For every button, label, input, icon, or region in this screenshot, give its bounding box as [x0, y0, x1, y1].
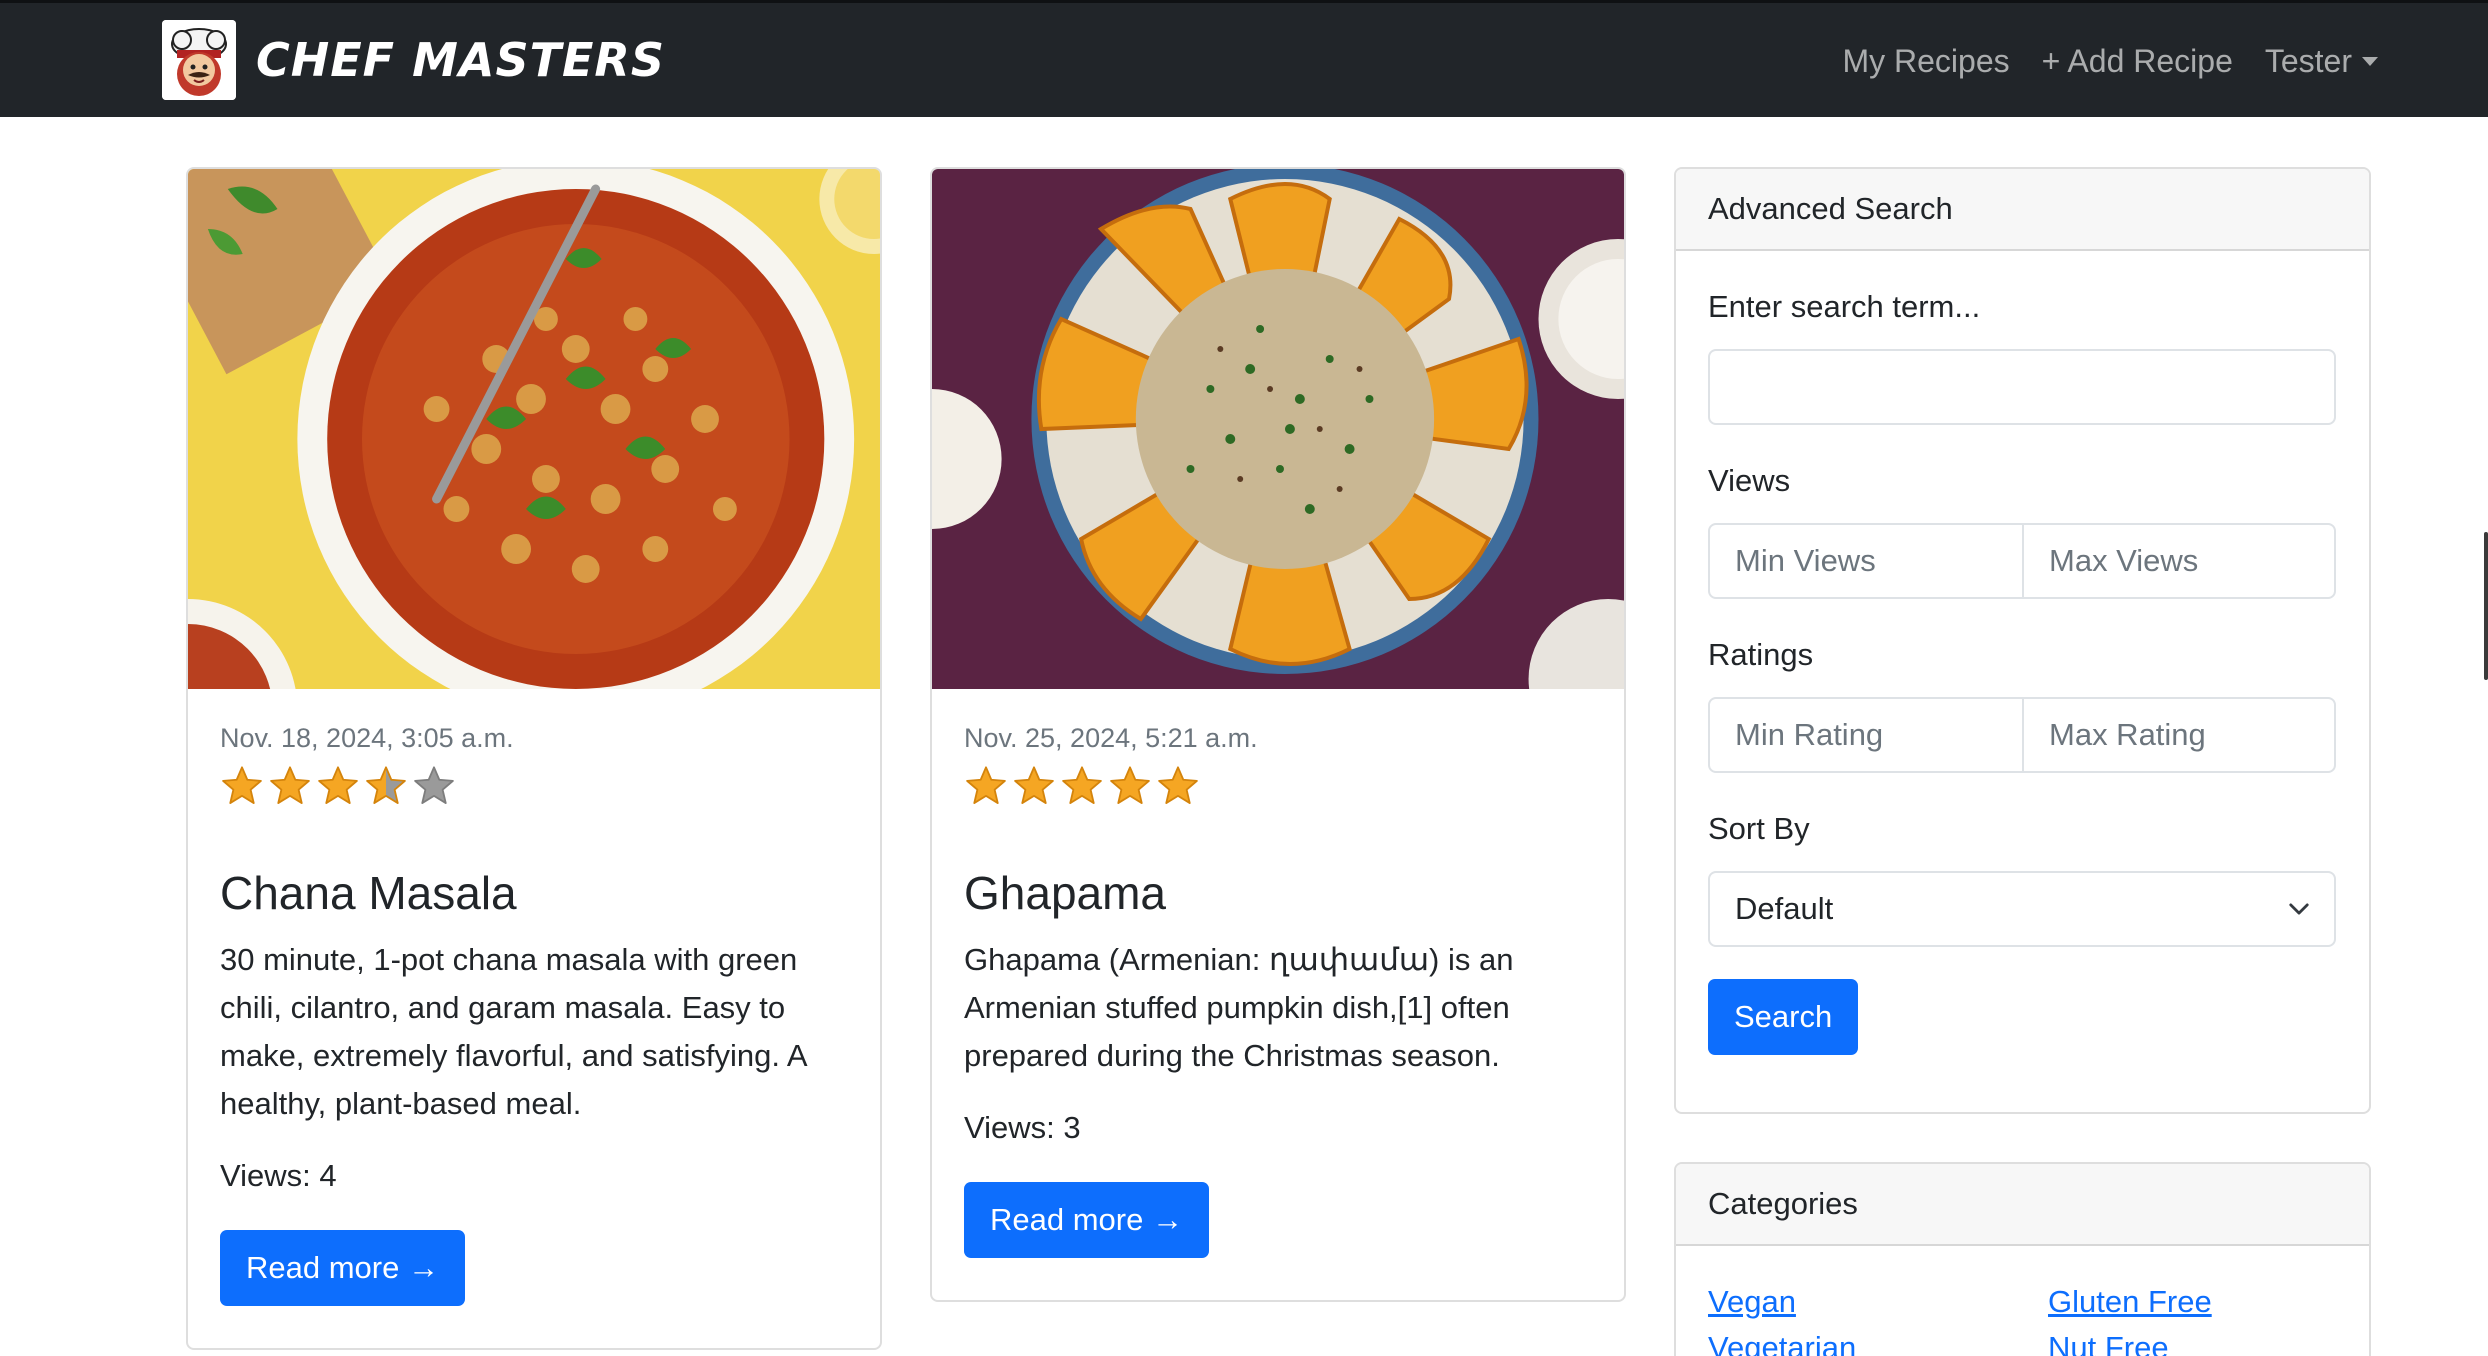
recipe-image[interactable]: [188, 169, 880, 689]
user-name: Tester: [2264, 43, 2352, 79]
star-icon: [966, 766, 1006, 804]
recipe-date: Nov. 25, 2024, 5:21 a.m.: [964, 723, 1258, 753]
category-link-nut-free[interactable]: Nut Free: [2048, 1330, 2348, 1356]
min-rating-input[interactable]: Min Rating: [1710, 699, 2022, 771]
caret-down-icon: [2362, 57, 2378, 66]
star-icon: [1014, 766, 1054, 804]
chevron-down-icon: [2289, 903, 2309, 915]
panel-header: Categories: [1676, 1164, 2369, 1246]
user-dropdown[interactable]: Tester: [2265, 43, 2378, 80]
views-label: Views: [1708, 463, 1791, 498]
recipe-description: 30 minute, 1-pot chana masala with green…: [220, 942, 806, 1121]
ratings-label: Ratings: [1708, 637, 1814, 672]
sort-value: Default: [1735, 891, 1834, 926]
star-icon: [222, 766, 262, 804]
nav-add-recipe[interactable]: + Add Recipe: [2042, 43, 2233, 80]
recipe-image[interactable]: [932, 169, 1624, 689]
read-more-button[interactable]: Read more →: [220, 1230, 465, 1306]
panel-header: Advanced Search: [1676, 169, 2369, 251]
recipe-card: Nov. 18, 2024, 3:05 a.m. Chana Masala 30…: [186, 167, 882, 1350]
nav-my-recipes[interactable]: My Recipes: [1842, 43, 2009, 80]
search-button[interactable]: Search: [1708, 979, 1859, 1055]
max-views-input[interactable]: Max Views: [2022, 525, 2334, 597]
brand-name: Chef Masters: [256, 33, 665, 87]
recipe-card: Nov. 25, 2024, 5:21 a.m. Ghapama Ghapama…: [930, 167, 1626, 1302]
views-range: Min Views Max Views: [1708, 523, 2336, 599]
star-icon: [1062, 766, 1102, 804]
rating-stars: [220, 764, 848, 810]
recipe-description: Ghapama (Armenian: ղափամա) is an Armenia…: [964, 942, 1514, 1073]
brand[interactable]: Chef Masters: [162, 20, 665, 100]
recipe-views: Views: 3: [964, 1110, 1081, 1145]
chef-logo-icon: [162, 20, 236, 100]
advanced-search-panel: Advanced Search Enter search term... Vie…: [1674, 167, 2371, 1114]
scrollbar[interactable]: [2484, 532, 2488, 680]
star-icon: [318, 766, 358, 804]
search-term-label: Enter search term...: [1708, 289, 1981, 324]
nav-links: My Recipes + Add Recipe Tester: [1810, 3, 2378, 120]
max-rating-input[interactable]: Max Rating: [2022, 699, 2334, 771]
recipe-title: Ghapama: [964, 867, 1167, 919]
sort-select[interactable]: Default: [1708, 871, 2336, 947]
navbar: Chef Masters My Recipes + Add Recipe Tes…: [0, 0, 2488, 117]
read-more-button[interactable]: Read more →: [964, 1182, 1209, 1258]
recipe-views: Views: 4: [220, 1158, 337, 1193]
star-icon: [366, 766, 406, 804]
search-input[interactable]: [1708, 349, 2336, 425]
ratings-range: Min Rating Max Rating: [1708, 697, 2336, 773]
star-icon: [270, 766, 310, 804]
recipe-title: Chana Masala: [220, 867, 517, 919]
categories-panel: Categories Vegan Gluten Free Vegetarian …: [1674, 1162, 2371, 1356]
star-icon: [1110, 766, 1150, 804]
star-icon: [1158, 766, 1198, 804]
sort-label: Sort By: [1708, 811, 1810, 846]
rating-stars: [964, 764, 1592, 810]
category-link-gluten-free[interactable]: Gluten Free: [2048, 1284, 2348, 1320]
recipe-date: Nov. 18, 2024, 3:05 a.m.: [220, 723, 514, 753]
category-list: Vegan Gluten Free Vegetarian Nut Free: [1676, 1246, 2369, 1356]
category-link-vegetarian[interactable]: Vegetarian: [1708, 1330, 2048, 1356]
category-link-vegan[interactable]: Vegan: [1708, 1284, 2048, 1320]
min-views-input[interactable]: Min Views: [1710, 525, 2022, 597]
star-icon: [414, 766, 454, 804]
